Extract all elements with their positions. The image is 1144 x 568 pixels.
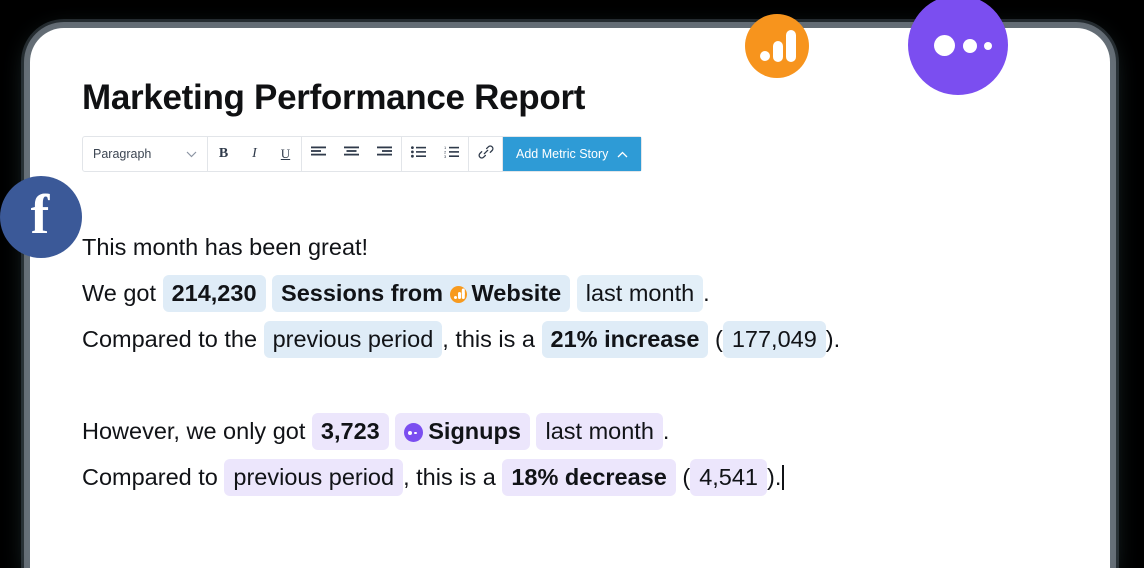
paragraph-1: This month has been great! We got 214,23… xyxy=(82,224,1042,362)
p1-comparison-pill[interactable]: previous period xyxy=(263,321,443,358)
svg-text:3: 3 xyxy=(444,154,447,158)
ga-dot xyxy=(760,51,770,61)
chevron-down-icon xyxy=(186,147,197,161)
google-analytics-icon xyxy=(449,286,467,303)
link-icon xyxy=(478,144,494,165)
align-left-button[interactable] xyxy=(302,137,335,171)
toolbar-group-style: Paragraph xyxy=(83,137,208,171)
align-left-icon xyxy=(311,145,326,163)
ga-bar-large xyxy=(786,30,796,62)
p1-period-pill[interactable]: last month xyxy=(576,275,704,312)
intercom-dot-small xyxy=(984,42,992,50)
p1-line3-lead: Compared to the xyxy=(82,326,258,352)
toolbar-group-lists: 1 2 3 xyxy=(402,137,469,171)
numbered-list-button[interactable]: 1 2 3 xyxy=(435,137,468,171)
p2-line1-lead: However, we only got xyxy=(82,418,306,444)
signups-metric-name: Signups xyxy=(428,418,521,444)
text-cursor xyxy=(782,465,784,490)
sessions-value-pill[interactable]: 214,230 xyxy=(162,275,266,312)
intercom-dot-medium xyxy=(963,39,977,53)
bold-button[interactable]: B xyxy=(208,137,239,171)
p2-change-pill[interactable]: 18% decrease xyxy=(502,459,676,496)
p1-paren-close: ). xyxy=(825,326,841,352)
p2-period-pill[interactable]: last month xyxy=(536,413,663,450)
paragraph-style-value: Paragraph xyxy=(93,147,152,161)
sessions-metric-name: Sessions from xyxy=(281,280,443,306)
google-analytics-icon xyxy=(745,14,809,78)
p2-line-2: Compared to previous period, this is a 1… xyxy=(82,454,1042,500)
italic-label: I xyxy=(252,146,257,161)
signups-value-pill[interactable]: 3,723 xyxy=(311,413,389,450)
p1-previous-value-pill[interactable]: 177,049 xyxy=(722,321,826,358)
sessions-metric-pill[interactable]: Sessions from Website xyxy=(272,275,571,312)
bullet-list-icon xyxy=(411,145,426,163)
align-center-icon xyxy=(344,145,359,163)
document-body[interactable]: This month has been great! We got 214,23… xyxy=(82,224,1042,500)
p1-paren-open: ( xyxy=(715,326,723,352)
p1-line-2: We got 214,230 Sessions from Website las… xyxy=(82,270,1042,316)
toolbar-group-link xyxy=(469,137,503,171)
paragraph-2: However, we only got 3,723 Signups last … xyxy=(82,408,1042,500)
numbered-list-icon: 1 2 3 xyxy=(444,145,459,163)
p2-line1-punct: . xyxy=(662,418,670,444)
align-center-button[interactable] xyxy=(335,137,368,171)
p2-line-1: However, we only got 3,723 Signups last … xyxy=(82,408,1042,454)
signups-metric-pill[interactable]: Signups xyxy=(395,413,530,450)
editor-toolbar: Paragraph B I U 1 2 3 Add Metric Story xyxy=(82,136,643,172)
facebook-glyph: f xyxy=(30,184,50,246)
page-title: Marketing Performance Report xyxy=(82,78,586,117)
italic-button[interactable]: I xyxy=(239,137,270,171)
underline-label: U xyxy=(280,146,291,161)
link-button[interactable] xyxy=(469,137,502,171)
p1-line-3: Compared to the previous period, this is… xyxy=(82,316,1042,362)
bold-label: B xyxy=(218,146,229,161)
p1-line2-lead: We got xyxy=(82,280,157,306)
toolbar-group-align xyxy=(302,137,402,171)
ga-bar-small xyxy=(773,41,783,62)
intercom-dot-large xyxy=(934,35,955,56)
intercom-icon xyxy=(404,423,424,442)
p2-line2-lead: Compared to xyxy=(82,464,218,490)
facebook-icon: f xyxy=(0,176,82,258)
add-metric-story-label: Add Metric Story xyxy=(516,147,609,161)
p1-line3-mid: , this is a xyxy=(442,326,535,352)
p1-change-pill[interactable]: 21% increase xyxy=(541,321,709,358)
p2-paren-open: ( xyxy=(682,464,691,490)
underline-button[interactable]: U xyxy=(270,137,301,171)
p2-comparison-pill[interactable]: previous period xyxy=(224,459,404,496)
align-right-icon xyxy=(377,145,392,163)
bullet-list-button[interactable] xyxy=(402,137,435,171)
add-metric-story-button[interactable]: Add Metric Story xyxy=(503,137,642,171)
p1-line2-punct: . xyxy=(703,280,710,306)
sessions-source-name: Website xyxy=(471,280,562,306)
p1-line1-text: This month has been great! xyxy=(82,234,369,260)
chevron-up-icon xyxy=(617,147,628,161)
p2-line2-mid: , this is a xyxy=(403,464,496,490)
p1-line-1: This month has been great! xyxy=(82,224,1042,270)
screenshot-stage: Marketing Performance Report Paragraph B… xyxy=(0,0,1144,568)
p2-paren-close: ). xyxy=(767,464,782,490)
align-right-button[interactable] xyxy=(368,137,401,171)
toolbar-group-format: B I U xyxy=(208,137,302,171)
p2-previous-value-pill[interactable]: 4,541 xyxy=(690,459,767,496)
paragraph-style-select[interactable]: Paragraph xyxy=(83,137,207,171)
